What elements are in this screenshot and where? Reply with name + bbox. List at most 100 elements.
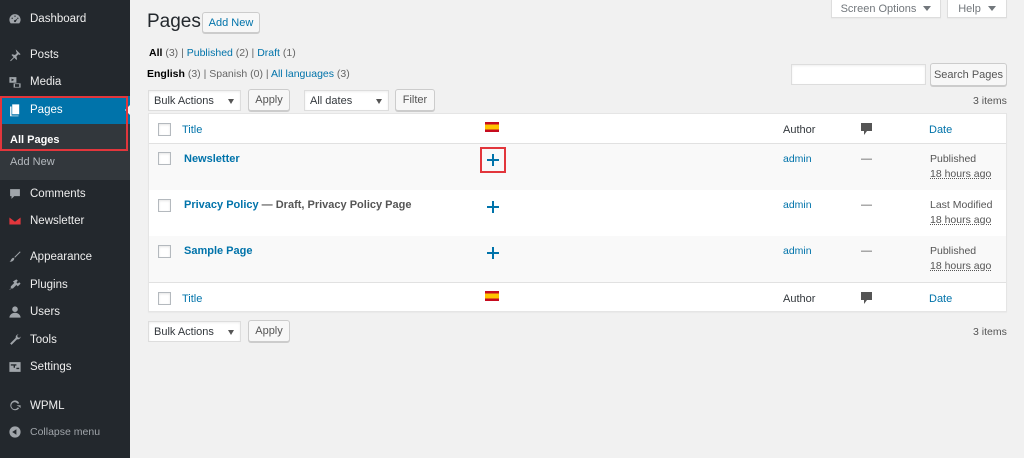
brush-icon bbox=[8, 250, 22, 264]
wpml-icon bbox=[8, 399, 22, 413]
dashboard-icon bbox=[8, 12, 22, 26]
comments-column-icon bbox=[861, 292, 872, 304]
row-author-link[interactable]: admin bbox=[783, 199, 812, 211]
sidebar-item-tools[interactable]: Tools bbox=[0, 326, 130, 354]
search-pages-button[interactable]: Search Pages bbox=[930, 63, 1007, 86]
filter-button[interactable]: Filter bbox=[395, 89, 435, 111]
row-date-ago: 18 hours ago bbox=[930, 214, 992, 226]
row-title-link[interactable]: Newsletter bbox=[184, 153, 240, 165]
pin-icon bbox=[8, 48, 22, 62]
sidebar-item-label: WPML bbox=[30, 400, 65, 412]
table-footer-row: Title Author Date bbox=[149, 282, 1006, 312]
sidebar-item-media[interactable]: Media bbox=[0, 68, 130, 96]
comment-icon bbox=[8, 187, 22, 201]
apply-button-top[interactable]: Apply bbox=[248, 89, 290, 111]
chevron-down-icon bbox=[376, 99, 382, 104]
search-input[interactable] bbox=[791, 64, 926, 85]
screen-options-button[interactable]: Screen Options bbox=[831, 0, 941, 18]
sidebar-item-label: Users bbox=[30, 306, 61, 318]
row-title-link[interactable]: Privacy Policy — Draft, Privacy Policy P… bbox=[184, 199, 411, 211]
language-all-count: (3) bbox=[336, 68, 350, 80]
highlight-box-pages bbox=[0, 96, 128, 151]
submenu-add-new[interactable]: Add New bbox=[10, 156, 55, 168]
status-draft-link[interactable]: Draft bbox=[257, 47, 280, 59]
status-filter-links: All (3) | Published (2) | Draft (1) bbox=[149, 47, 296, 59]
screen-options-label: Screen Options bbox=[840, 2, 917, 15]
status-published-count: (2) bbox=[235, 47, 249, 59]
sidebar-item-label: Appearance bbox=[30, 251, 93, 263]
table-row: Sample Page admin — Published 18 hours a… bbox=[149, 236, 1006, 282]
row-date-ago: 18 hours ago bbox=[930, 168, 992, 180]
sidebar-item-label: Plugins bbox=[30, 279, 68, 291]
caret-down-icon bbox=[923, 6, 932, 11]
status-published-link[interactable]: Published bbox=[187, 47, 233, 59]
sidebar-item-dashboard[interactable]: Dashboard bbox=[0, 5, 130, 33]
items-count-top: 3 items bbox=[973, 95, 1007, 107]
date-column-header[interactable]: Date bbox=[929, 124, 952, 136]
collapse-icon bbox=[8, 425, 22, 439]
row-title-link[interactable]: Sample Page bbox=[184, 245, 252, 257]
sidebar-item-wpml[interactable]: WPML bbox=[0, 392, 130, 420]
sidebar-item-plugins[interactable]: Plugins bbox=[0, 271, 130, 299]
language-all-link[interactable]: All languages bbox=[271, 68, 334, 80]
row-comments: — bbox=[861, 245, 872, 257]
status-all-link[interactable]: All bbox=[149, 47, 162, 59]
sidebar-item-label: Collapse menu bbox=[30, 426, 101, 438]
sidebar-item-label: Settings bbox=[30, 361, 72, 373]
row-title-text: Privacy Policy bbox=[184, 199, 259, 211]
bulk-actions-value: Bulk Actions bbox=[154, 325, 214, 338]
highlight-box-plus bbox=[480, 147, 506, 173]
chevron-down-icon bbox=[228, 330, 234, 335]
add-new-button[interactable]: Add New bbox=[202, 12, 260, 33]
sidebar-item-label: Tools bbox=[30, 334, 57, 346]
title-column-footer[interactable]: Title bbox=[182, 293, 202, 305]
sidebar-item-comments[interactable]: Comments bbox=[0, 180, 130, 208]
row-checkbox[interactable] bbox=[158, 152, 171, 165]
row-author-link[interactable]: admin bbox=[783, 245, 812, 257]
admin-sidebar: Dashboard Posts Media Pages All Pages Ad… bbox=[0, 0, 130, 458]
row-comments: — bbox=[861, 153, 872, 165]
author-column-header: Author bbox=[783, 124, 816, 136]
row-post-state: — Draft, Privacy Policy Page bbox=[258, 199, 412, 211]
row-date-status: Published bbox=[930, 153, 977, 165]
sidebar-item-label: Comments bbox=[30, 188, 86, 200]
row-date-status: Last Modified bbox=[930, 199, 993, 211]
apply-button-bottom[interactable]: Apply bbox=[248, 320, 290, 342]
bulk-actions-select-top[interactable]: Bulk Actions bbox=[148, 90, 241, 111]
sidebar-item-appearance[interactable]: Appearance bbox=[0, 243, 130, 271]
bulk-actions-select-bottom[interactable]: Bulk Actions bbox=[148, 321, 241, 342]
help-button[interactable]: Help bbox=[947, 0, 1007, 18]
main-content: Screen Options Help Pages Add New All (3… bbox=[130, 0, 1024, 458]
language-spanish-count: (0) bbox=[250, 68, 263, 80]
sidebar-item-posts[interactable]: Posts bbox=[0, 41, 130, 69]
title-column-header[interactable]: Title bbox=[182, 124, 202, 136]
author-column-footer: Author bbox=[783, 293, 816, 305]
row-checkbox[interactable] bbox=[158, 245, 171, 258]
table-header-row: Title Author Date bbox=[149, 114, 1006, 144]
chevron-down-icon bbox=[228, 99, 234, 104]
sidebar-item-label: Dashboard bbox=[30, 13, 87, 25]
select-all-checkbox-footer[interactable] bbox=[158, 292, 171, 305]
table-row: Privacy Policy — Draft, Privacy Policy P… bbox=[149, 190, 1006, 236]
date-column-footer[interactable]: Date bbox=[929, 293, 952, 305]
row-author-link[interactable]: admin bbox=[783, 153, 812, 165]
sidebar-item-label: Posts bbox=[30, 49, 59, 61]
row-date-ago: 18 hours ago bbox=[930, 260, 992, 272]
row-checkbox[interactable] bbox=[158, 199, 171, 212]
add-translation-plus-icon[interactable] bbox=[487, 247, 499, 259]
comments-column-icon bbox=[861, 123, 872, 135]
sidebar-item-settings[interactable]: Settings bbox=[0, 353, 130, 381]
language-english-link[interactable]: English bbox=[147, 68, 185, 80]
envelope-icon bbox=[8, 214, 22, 228]
date-filter-select[interactable]: All dates bbox=[304, 90, 389, 111]
caret-down-icon bbox=[987, 6, 996, 11]
add-translation-plus-icon[interactable] bbox=[487, 201, 499, 213]
items-count-bottom: 3 items bbox=[973, 326, 1007, 338]
bulk-actions-value: Bulk Actions bbox=[154, 94, 214, 107]
row-comments: — bbox=[861, 199, 872, 211]
date-filter-value: All dates bbox=[310, 94, 353, 107]
sidebar-item-newsletter[interactable]: Newsletter bbox=[0, 207, 130, 235]
collapse-menu-button[interactable]: Collapse menu bbox=[0, 418, 130, 446]
sidebar-item-users[interactable]: Users bbox=[0, 298, 130, 326]
select-all-checkbox[interactable] bbox=[158, 123, 171, 136]
